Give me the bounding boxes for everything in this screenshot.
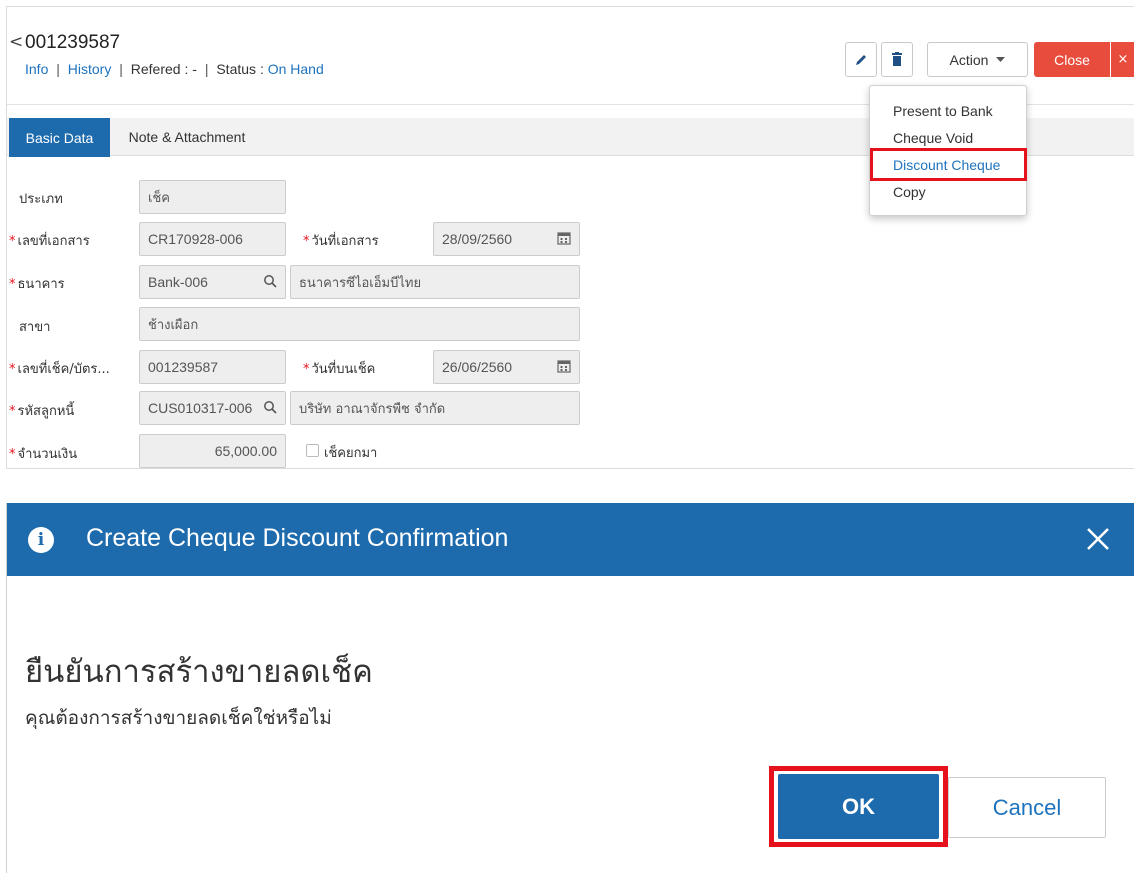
highlight-box <box>870 148 1027 181</box>
doc-no-label: * เลขที่เอกสาร <box>9 234 90 249</box>
cheque-no-label: * เลขที่เช็ค/บัตร... <box>9 362 110 377</box>
ok-button[interactable]: OK <box>778 774 939 839</box>
back-icon[interactable]: < <box>9 32 23 52</box>
amount-field[interactable]: 65,000.00 <box>139 434 286 468</box>
bounced-checkbox[interactable] <box>306 444 319 457</box>
close-button[interactable]: Close <box>1034 42 1110 77</box>
branch-label: สาขา <box>19 320 51 335</box>
debtor-label: * รหัสลูกหนี้ <box>9 404 75 419</box>
bank-label: * ธนาคาร <box>9 277 65 292</box>
separator: | <box>119 61 123 77</box>
bank-name-field: ธนาคารซีไอเอ็มบีไทย <box>290 265 580 299</box>
colon: : <box>259 61 264 77</box>
modal-title: Create Cheque Discount Confirmation <box>86 524 509 552</box>
cheque-date-label: * วันที่บนเช็ค <box>303 362 376 377</box>
action-label: Action <box>949 51 989 68</box>
bank-code-value: Bank-006 <box>148 274 208 290</box>
caret-down-icon <box>996 56 1006 62</box>
action-dropdown-button[interactable]: Action <box>927 42 1028 77</box>
status-label: Status <box>216 61 257 77</box>
tab-note-attachment[interactable]: Note & Attachment <box>112 118 262 156</box>
bank-code-field[interactable]: Bank-006 <box>139 265 286 299</box>
search-icon[interactable] <box>263 274 277 288</box>
colon: : <box>184 61 189 77</box>
history-link[interactable]: History <box>68 61 112 77</box>
close-icon[interactable] <box>1084 522 1112 556</box>
cheque-date-value: 26/06/2560 <box>442 359 513 375</box>
trash-icon <box>892 52 902 66</box>
type-label: ประเภท <box>19 192 63 207</box>
edit-button[interactable] <box>845 42 877 77</box>
status-value: On Hand <box>267 61 324 77</box>
debtor-code-value: CUS010317-006 <box>148 400 253 416</box>
action-menu: Present to Bank Cheque Void Discount Che… <box>869 85 1027 216</box>
debtor-name-field: บริษัท อาณาจักรพืช จำกัด <box>290 391 580 425</box>
confirmation-modal: i Create Cheque Discount Confirmation ยื… <box>6 503 1134 873</box>
delete-button[interactable] <box>881 42 913 77</box>
doc-date-value: 28/09/2560 <box>442 231 513 247</box>
pencil-icon <box>856 54 866 65</box>
amount-label: * จำนวนเงิน <box>9 447 78 462</box>
modal-heading: ยืนยันการสร้างขายลดเช็ค <box>25 654 373 690</box>
calendar-icon[interactable] <box>557 231 571 245</box>
info-icon: i <box>28 527 54 553</box>
page-title: 001239587 <box>25 32 121 53</box>
debtor-code-field[interactable]: CUS010317-006 <box>139 391 286 425</box>
info-link[interactable]: Info <box>25 61 48 77</box>
referred-label: Refered <box>130 61 181 77</box>
doc-date-field[interactable]: 28/09/2560 <box>433 222 580 256</box>
separator: | <box>56 61 60 77</box>
close-icon[interactable]: × <box>1111 42 1134 77</box>
menu-item-present-to-bank[interactable]: Present to Bank <box>893 103 993 119</box>
referred-value: - <box>192 61 197 77</box>
tab-basic-data[interactable]: Basic Data <box>9 118 110 157</box>
bounced-label: เช็คยกมา <box>324 446 378 461</box>
search-icon[interactable] <box>263 400 277 414</box>
cheque-date-field[interactable]: 26/06/2560 <box>433 350 580 384</box>
branch-field[interactable]: ช้างเผือก <box>139 307 580 341</box>
cheque-no-field[interactable]: 001239587 <box>139 350 286 384</box>
doc-no-field[interactable]: CR170928-006 <box>139 222 286 256</box>
menu-item-cheque-void[interactable]: Cheque Void <box>893 130 973 146</box>
type-field[interactable]: เช็ค <box>139 180 286 214</box>
cheque-record-panel: < 001239587 Info | History | Refered : -… <box>6 6 1134 469</box>
calendar-icon[interactable] <box>557 359 571 373</box>
header-links: Info | History | Refered : - | Status : … <box>25 61 324 77</box>
doc-date-label: * วันที่เอกสาร <box>303 234 379 249</box>
menu-item-copy[interactable]: Copy <box>893 184 926 200</box>
modal-header: i Create Cheque Discount Confirmation <box>7 503 1134 576</box>
modal-message: คุณต้องการสร้างขายลดเช็คใช่หรือไม่ <box>25 707 332 729</box>
cancel-button[interactable]: Cancel <box>948 777 1106 838</box>
separator: | <box>204 61 209 77</box>
